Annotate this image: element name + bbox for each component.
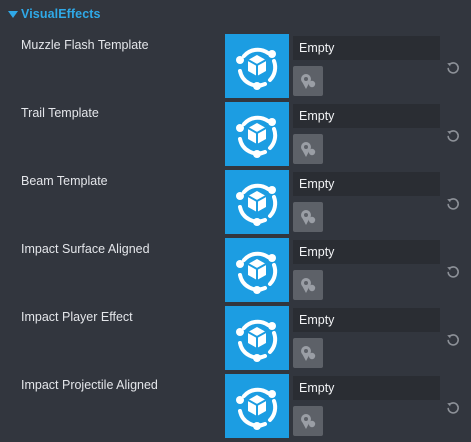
asset-picker-icon xyxy=(301,278,316,293)
template-thumbnail[interactable] xyxy=(225,102,289,166)
property-label: Impact Projectile Aligned xyxy=(21,378,158,392)
template-thumbnail[interactable] xyxy=(225,374,289,438)
asset-picker-button[interactable] xyxy=(293,202,323,232)
template-value-field[interactable]: Empty xyxy=(293,104,440,128)
property-label: Impact Surface Aligned xyxy=(21,242,150,256)
template-thumbnail[interactable] xyxy=(225,238,289,302)
template-value-field[interactable]: Empty xyxy=(293,376,440,400)
property-row: Impact Projectile Aligned Empty xyxy=(0,374,471,442)
property-label: Trail Template xyxy=(21,106,99,120)
template-thumbnail[interactable] xyxy=(225,170,289,234)
asset-picker-icon xyxy=(301,74,316,89)
template-cube-icon xyxy=(234,319,278,364)
template-cube-icon xyxy=(234,47,278,92)
asset-picker-button[interactable] xyxy=(293,66,323,96)
asset-picker-button[interactable] xyxy=(293,270,323,300)
caret-down-icon[interactable] xyxy=(8,11,18,19)
asset-picker-icon xyxy=(301,414,316,429)
property-row: Muzzle Flash Template Empty xyxy=(0,34,471,102)
template-cube-icon xyxy=(234,183,278,228)
property-row: Impact Surface Aligned Empty xyxy=(0,238,471,306)
template-value-field[interactable]: Empty xyxy=(293,36,440,60)
asset-picker-button[interactable] xyxy=(293,406,323,436)
property-label: Muzzle Flash Template xyxy=(21,38,149,52)
template-value-field[interactable]: Empty xyxy=(293,172,440,196)
asset-picker-icon xyxy=(301,210,316,225)
template-value-field[interactable]: Empty xyxy=(293,240,440,264)
template-value-field[interactable]: Empty xyxy=(293,308,440,332)
section-header[interactable]: VisualEffects xyxy=(0,0,471,30)
reset-icon[interactable] xyxy=(445,264,461,280)
asset-picker-icon xyxy=(301,346,316,361)
reset-icon[interactable] xyxy=(445,332,461,348)
property-row: Beam Template Empty xyxy=(0,170,471,238)
asset-picker-icon xyxy=(301,142,316,157)
property-row: Trail Template Empty xyxy=(0,102,471,170)
template-cube-icon xyxy=(234,387,278,432)
template-cube-icon xyxy=(234,115,278,160)
reset-icon[interactable] xyxy=(445,128,461,144)
template-thumbnail[interactable] xyxy=(225,306,289,370)
reset-icon[interactable] xyxy=(445,196,461,212)
template-cube-icon xyxy=(234,251,278,296)
section-title: VisualEffects xyxy=(21,7,101,21)
template-thumbnail[interactable] xyxy=(225,34,289,98)
asset-picker-button[interactable] xyxy=(293,134,323,164)
reset-icon[interactable] xyxy=(445,400,461,416)
reset-icon[interactable] xyxy=(445,60,461,76)
property-label: Impact Player Effect xyxy=(21,310,133,324)
property-row: Impact Player Effect Empty xyxy=(0,306,471,374)
property-label: Beam Template xyxy=(21,174,108,188)
asset-picker-button[interactable] xyxy=(293,338,323,368)
